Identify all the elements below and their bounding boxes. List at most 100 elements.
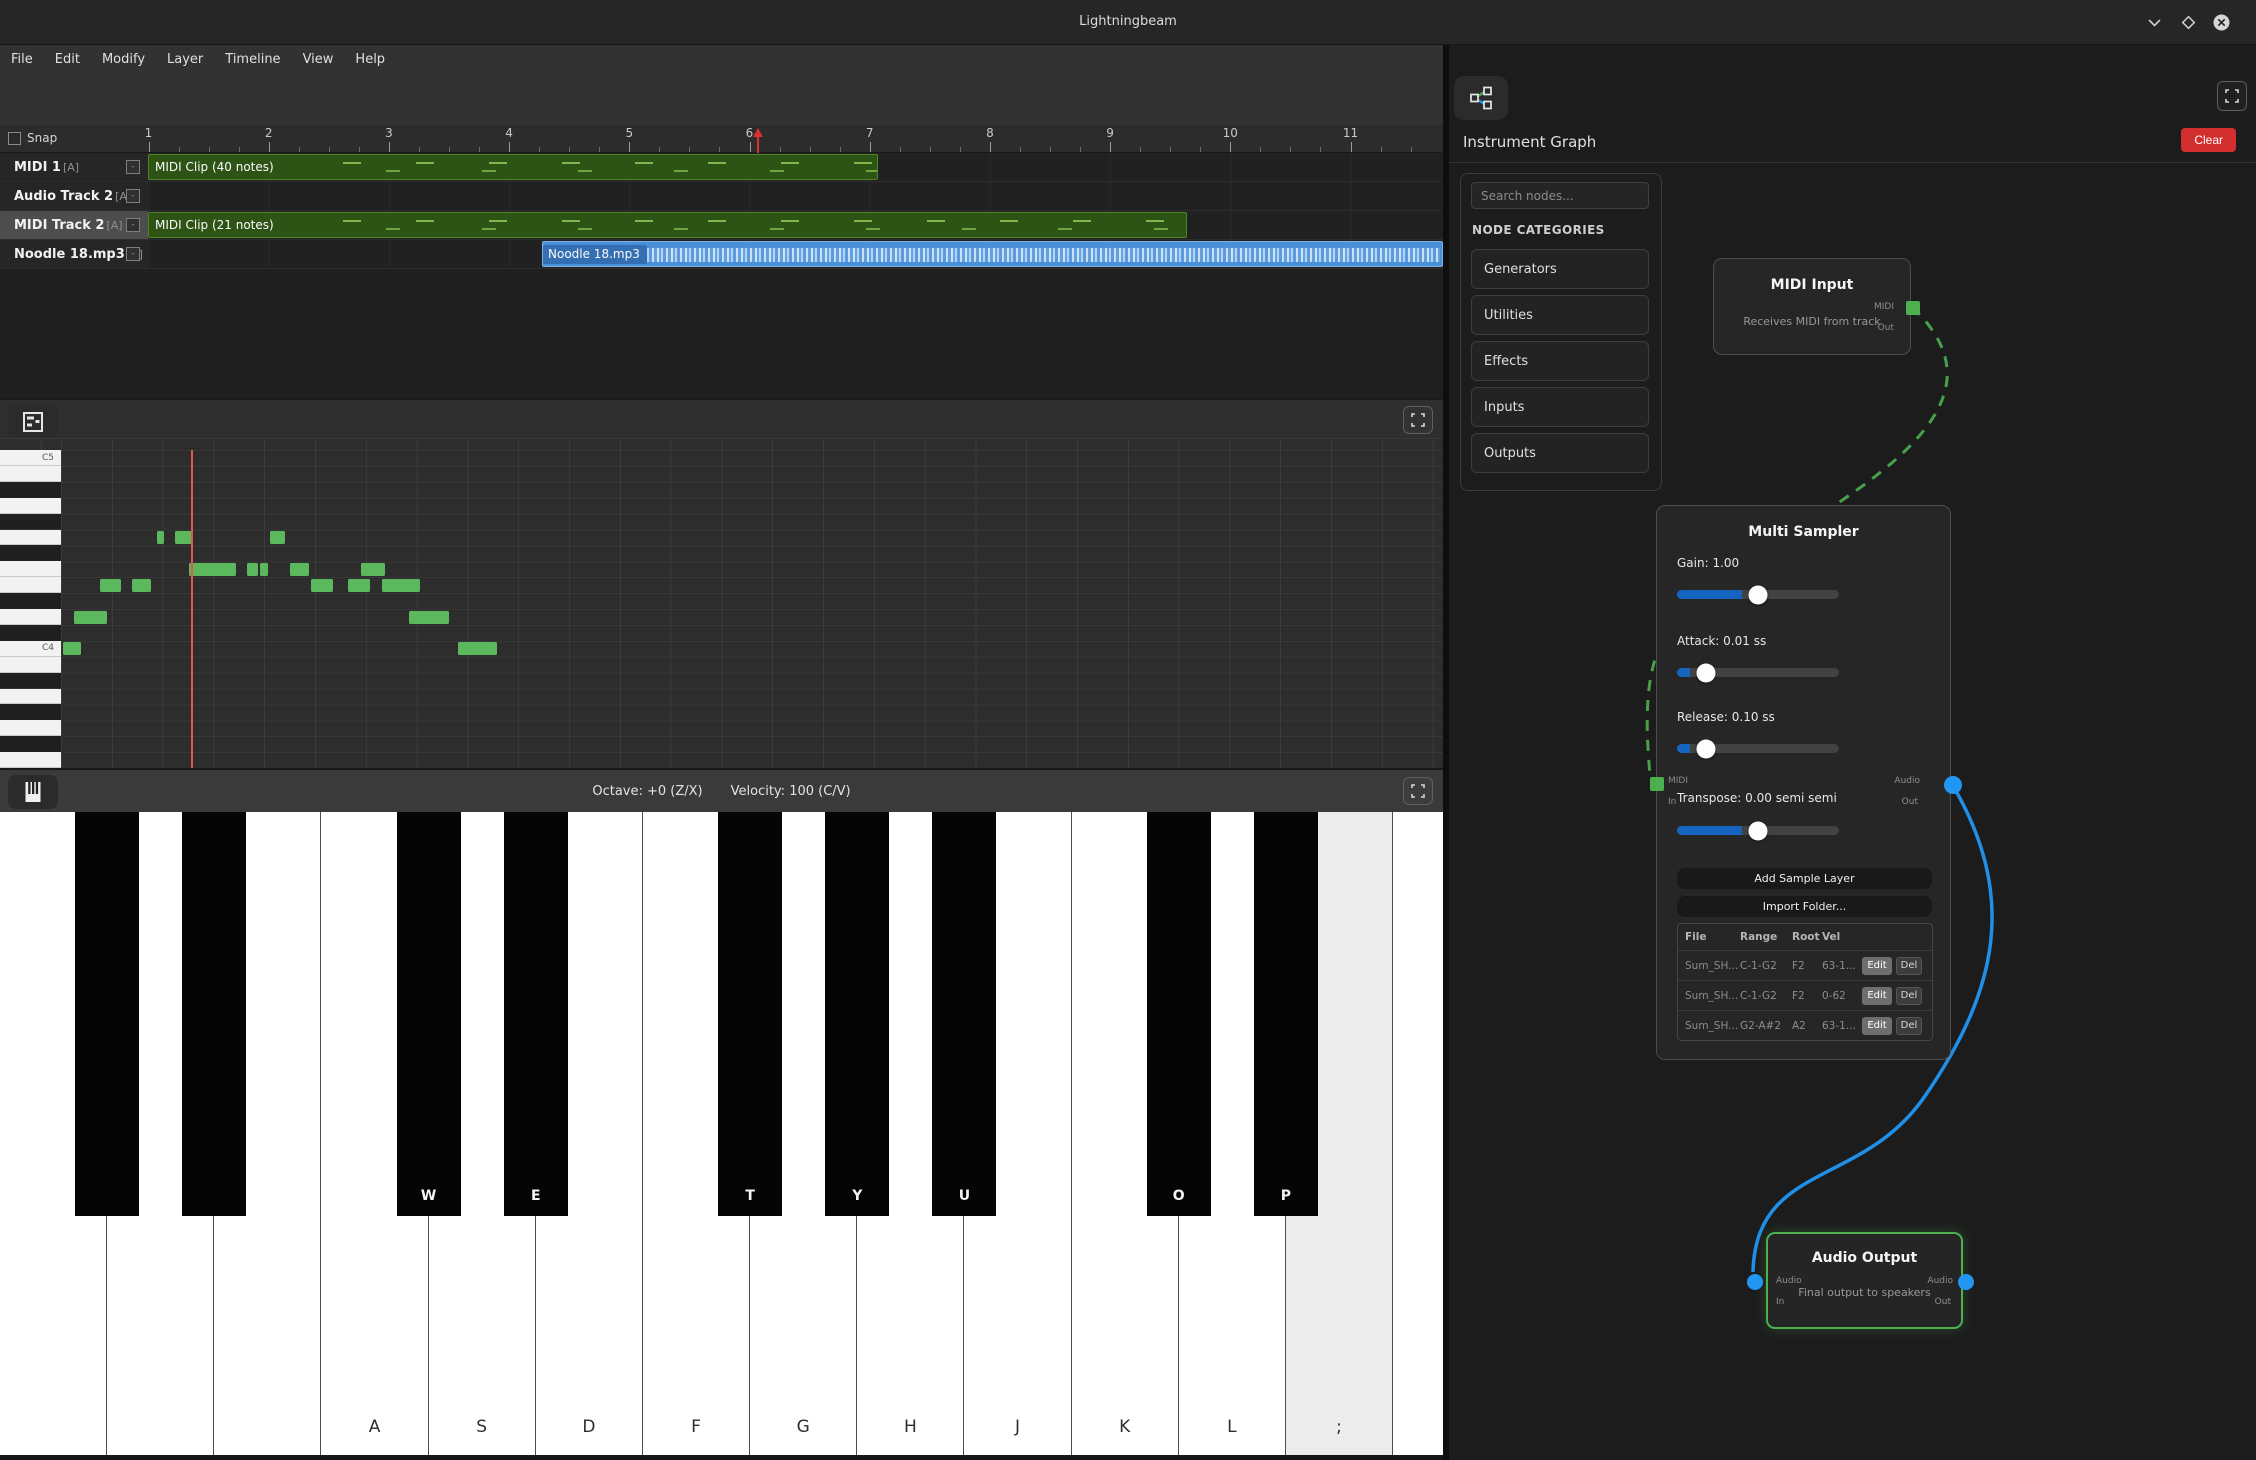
midi-note[interactable]	[458, 642, 497, 655]
param-slider[interactable]	[1677, 826, 1839, 835]
close-icon[interactable]	[2212, 13, 2231, 32]
param-slider[interactable]	[1677, 668, 1839, 677]
category-effects[interactable]: Effects	[1471, 341, 1649, 381]
black-key-e[interactable]: E	[504, 812, 568, 1216]
roll-key-f4[interactable]	[0, 561, 61, 577]
piano-roll-grid[interactable]: C5 C4	[0, 438, 1443, 768]
midi-note[interactable]	[74, 611, 107, 624]
slider-thumb[interactable]	[1697, 739, 1716, 758]
node-audio-output[interactable]: Audio Output Final output to speakers Au…	[1766, 1232, 1963, 1329]
roll-key-gs3[interactable]	[0, 704, 61, 720]
piano-roll-mode-button[interactable]	[8, 405, 58, 439]
slider-thumb[interactable]	[1697, 663, 1716, 682]
clear-graph-button[interactable]: Clear	[2181, 128, 2236, 152]
black-key[interactable]	[75, 812, 139, 1216]
maximize-icon[interactable]	[2179, 13, 2198, 32]
black-key-w[interactable]: W	[397, 812, 461, 1216]
track-header-audio-track-2[interactable]: Audio Track 2[A]-	[0, 182, 148, 210]
midi-note[interactable]	[247, 563, 258, 576]
keyboard-expand-button[interactable]	[1403, 777, 1433, 805]
param-slider[interactable]	[1677, 590, 1839, 599]
midi-in-port[interactable]	[1650, 777, 1664, 791]
menu-view[interactable]: View	[292, 45, 345, 75]
add-sample-layer-button[interactable]: Add Sample Layer	[1677, 868, 1932, 889]
delete-sample-button[interactable]: Del	[1896, 987, 1922, 1005]
midi-note[interactable]	[157, 531, 164, 544]
track-checkbox[interactable]: -	[126, 218, 140, 232]
roll-key-cs4[interactable]	[0, 625, 61, 641]
graph-view-button[interactable]	[1454, 76, 1508, 120]
midi-note[interactable]	[382, 579, 420, 592]
track-lane[interactable]	[148, 182, 1443, 210]
edit-sample-button[interactable]: Edit	[1862, 1017, 1892, 1035]
audio-out-port[interactable]	[1958, 1274, 1974, 1290]
black-key[interactable]	[182, 812, 246, 1216]
roll-key-ds4[interactable]	[0, 593, 61, 609]
roll-key-g3[interactable]	[0, 720, 61, 736]
track-checkbox[interactable]: -	[126, 189, 140, 203]
menu-help[interactable]: Help	[344, 45, 396, 75]
midi-note[interactable]	[132, 579, 151, 592]
menu-file[interactable]: File	[0, 45, 44, 75]
roll-key-c5[interactable]: C5	[0, 450, 61, 466]
roll-key-c4[interactable]: C4	[0, 641, 61, 657]
menu-layer[interactable]: Layer	[156, 45, 214, 75]
roll-key-d4[interactable]	[0, 609, 61, 625]
roll-key-as4[interactable]	[0, 482, 61, 498]
roll-key-gs4[interactable]	[0, 514, 61, 530]
timeline-empty-area[interactable]	[0, 269, 1443, 398]
roll-key-f3[interactable]	[0, 752, 61, 768]
node-midi-input[interactable]: MIDI Input Receives MIDI from track MIDI…	[1713, 258, 1911, 355]
midi-note[interactable]	[348, 579, 370, 592]
audio-in-port[interactable]	[1747, 1274, 1763, 1290]
minimize-icon[interactable]	[2145, 13, 2164, 32]
track-header-noodle-18-mp3[interactable]: Noodle 18.mp3[A]-	[0, 240, 148, 268]
midi-note[interactable]	[100, 579, 121, 592]
roll-key-fs3[interactable]	[0, 736, 61, 752]
track-lane[interactable]: MIDI Clip (40 notes)	[148, 153, 1443, 181]
midi-clip[interactable]: MIDI Clip (40 notes)	[148, 154, 878, 180]
track-header-midi-1[interactable]: MIDI 1[A]-	[0, 153, 148, 181]
menu-timeline[interactable]: Timeline	[214, 45, 291, 75]
track-lane[interactable]: MIDI Clip (21 notes)	[148, 211, 1443, 239]
category-outputs[interactable]: Outputs	[1471, 433, 1649, 473]
roll-key-e4[interactable]	[0, 577, 61, 593]
roll-key-fs4[interactable]	[0, 545, 61, 561]
midi-out-port[interactable]	[1906, 301, 1920, 315]
midi-note[interactable]	[189, 563, 236, 576]
black-key-o[interactable]: O	[1147, 812, 1211, 1216]
black-key-y[interactable]: Y	[825, 812, 889, 1216]
edit-sample-button[interactable]: Edit	[1862, 987, 1892, 1005]
param-slider[interactable]	[1677, 744, 1839, 753]
track-checkbox[interactable]: -	[126, 247, 140, 261]
import-folder-button[interactable]: Import Folder...	[1677, 896, 1932, 917]
track-checkbox[interactable]: -	[126, 160, 140, 174]
node-multi-sampler[interactable]: Multi Sampler Gain: 1.00Attack: 0.01 ssR…	[1656, 505, 1951, 1060]
black-key-p[interactable]: P	[1254, 812, 1318, 1216]
category-inputs[interactable]: Inputs	[1471, 387, 1649, 427]
category-utilities[interactable]: Utilities	[1471, 295, 1649, 335]
midi-note[interactable]	[290, 563, 309, 576]
midi-note[interactable]	[409, 611, 449, 624]
audio-out-port[interactable]	[1944, 776, 1962, 794]
midi-note[interactable]	[260, 563, 268, 576]
search-input[interactable]	[1471, 182, 1649, 209]
roll-key-as3[interactable]	[0, 673, 61, 689]
graph-expand-button[interactable]	[2217, 81, 2247, 111]
roll-key-b4[interactable]	[0, 466, 61, 482]
menu-modify[interactable]: Modify	[91, 45, 156, 75]
white-key[interactable]	[1393, 812, 1443, 1455]
midi-clip[interactable]: MIDI Clip (21 notes)	[148, 212, 1187, 238]
timeline-ruler[interactable]: Snap 1234567891011	[0, 125, 1443, 153]
track-header-midi-track-2[interactable]: MIDI Track 2[A]-	[0, 211, 148, 239]
snap-checkbox[interactable]	[8, 132, 21, 145]
category-generators[interactable]: Generators	[1471, 249, 1649, 289]
edit-sample-button[interactable]: Edit	[1862, 957, 1892, 975]
delete-sample-button[interactable]: Del	[1896, 957, 1922, 975]
midi-note[interactable]	[311, 579, 333, 592]
slider-thumb[interactable]	[1749, 585, 1768, 604]
menu-edit[interactable]: Edit	[44, 45, 91, 75]
black-key-u[interactable]: U	[932, 812, 996, 1216]
roll-key-a4[interactable]	[0, 498, 61, 514]
roll-key-a3[interactable]	[0, 689, 61, 705]
